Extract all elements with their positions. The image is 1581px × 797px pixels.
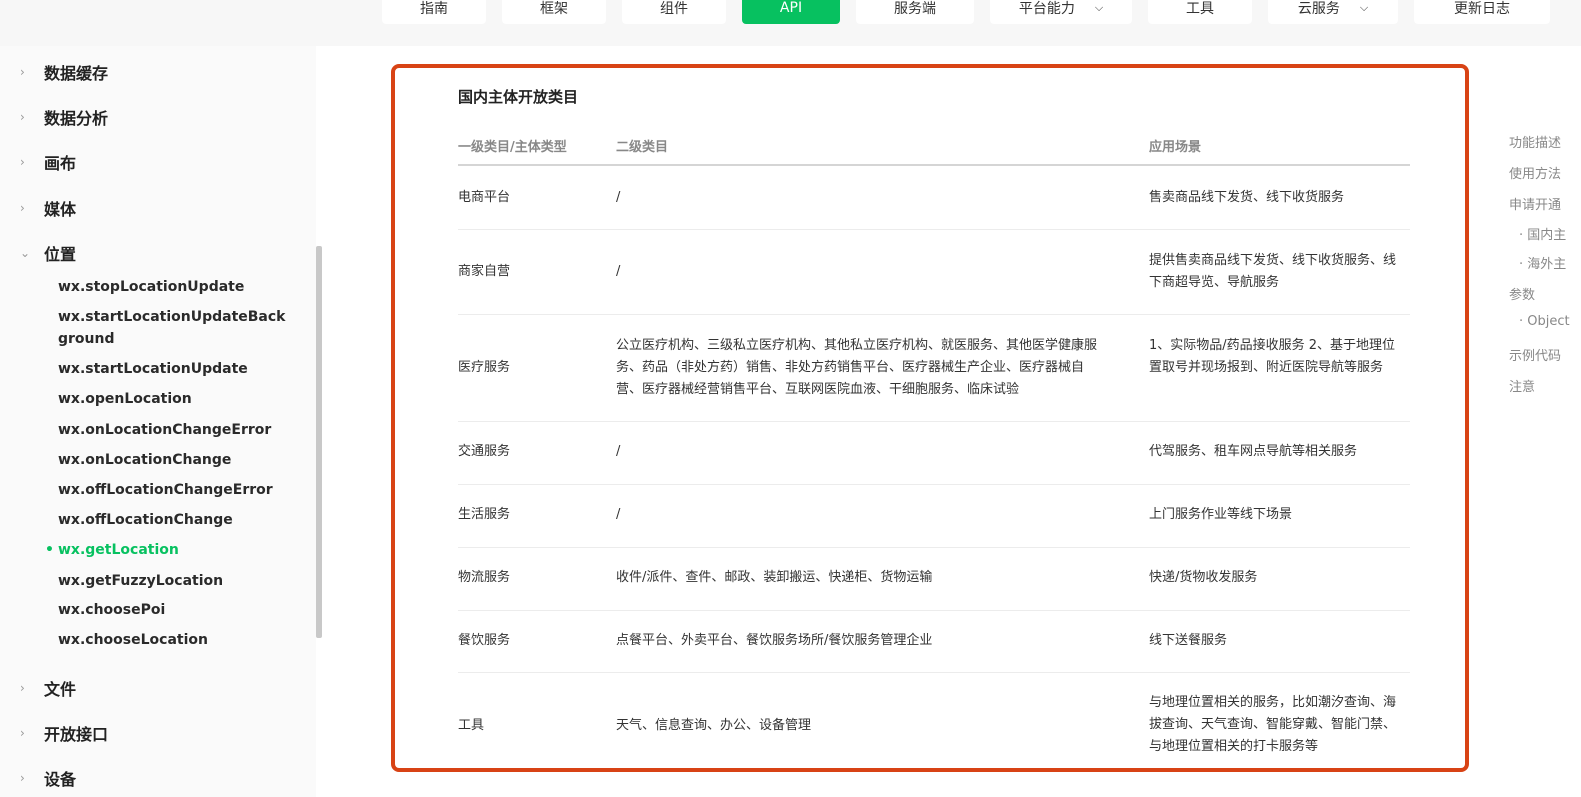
cell-scenario: 上门服务作业等线下场景	[1149, 507, 1293, 522]
cell-primary: 电商平台	[458, 190, 511, 205]
open-categories-card: 国内主体开放类目 一级类目/主体类型 二级类目 应用场景 电商平台 / 售卖商品…	[391, 64, 1469, 772]
nav-framework[interactable]: 框架	[502, 0, 606, 24]
table-row: 电商平台 / 售卖商品线下发货、线下收货服务	[458, 166, 1410, 230]
cell-secondary: /	[616, 190, 621, 205]
toc-item-description[interactable]: 功能描述	[1509, 132, 1561, 151]
cell-secondary: 点餐平台、外卖平台、餐饮服务场所/餐饮服务管理企业	[616, 633, 933, 648]
table-header: 一级类目/主体类型 二级类目 应用场景	[458, 126, 1410, 166]
cell-scenario: 代驾服务、租车网点导航等相关服务	[1149, 444, 1358, 459]
cell-secondary: 公立医疗机构、三级私立医疗机构、其他私立医疗机构、就医服务、其他医学健康服务、药…	[616, 338, 1098, 397]
cell-secondary: /	[616, 264, 621, 279]
sidebar-item-on-location-change-error[interactable]: wx.onLocationChangeError	[58, 419, 298, 441]
section-title: 国内主体开放类目	[458, 88, 579, 106]
sidebar-item-choose-poi[interactable]: wx.choosePoi	[58, 599, 298, 621]
nav-components[interactable]: 组件	[622, 0, 726, 24]
toc-item-usage[interactable]: 使用方法	[1509, 163, 1561, 182]
chevron-right-icon: ›	[20, 681, 25, 695]
toc: 功能描述 使用方法 申请开通 · 国内主 · 海外主 参数 · Object 示…	[1509, 0, 1581, 797]
sidebar-item-stop-location-update[interactable]: wx.stopLocationUpdate	[58, 276, 298, 298]
cell-primary: 生活服务	[458, 507, 511, 522]
sidebar-item-choose-location[interactable]: wx.chooseLocation	[58, 629, 298, 651]
sidebar-item-open-location[interactable]: wx.openLocation	[58, 388, 298, 410]
nav-server[interactable]: 服务端	[856, 0, 974, 24]
chevron-right-icon: ›	[20, 110, 25, 124]
toc-item-example[interactable]: 示例代码	[1509, 345, 1561, 364]
toc-item-domestic[interactable]: · 国内主	[1519, 224, 1566, 243]
cell-scenario: 提供售卖商品线下发货、线下收货服务、线下商超导览、导航服务	[1149, 253, 1397, 290]
cell-secondary: 天气、信息查询、办公、设备管理	[616, 718, 812, 733]
sidebar-item-on-location-change[interactable]: wx.onLocationChange	[58, 449, 298, 471]
sidebar-item-start-location-update[interactable]: wx.startLocationUpdate	[58, 358, 298, 380]
active-dot-icon: •	[45, 542, 54, 558]
cell-scenario: 1、实际物品/药品接收服务 2、基于地理位置取号并现场报到、附近医院导航等服务	[1149, 338, 1396, 375]
top-nav: 指南 框架 组件 API 服务端 平台能力 ⌵ 工具 云服务 ⌵ 更新日志	[0, 0, 1581, 46]
sidebar-item-start-location-update-background[interactable]: wx.startLocationUpdateBackground	[58, 306, 288, 350]
toc-item-params[interactable]: 参数	[1509, 284, 1535, 303]
cell-scenario: 快递/货物收发服务	[1149, 570, 1258, 585]
table-row: 物流服务 收件/派件、查件、邮政、装卸搬运、快递柜、货物运输 快递/货物收发服务	[458, 548, 1410, 611]
cell-primary: 商家自营	[458, 264, 511, 279]
table-row: 交通服务 / 代驾服务、租车网点导航等相关服务	[458, 422, 1410, 485]
nav-tools[interactable]: 工具	[1148, 0, 1252, 24]
chevron-right-icon: ›	[20, 726, 25, 740]
sidebar: › 数据缓存 › 数据分析 › 画布 › 媒体 ⌄ 位置 wx.stopLocationU…	[0, 46, 316, 797]
nav-api[interactable]: API	[742, 0, 840, 24]
sidebar-item-off-location-change-error[interactable]: wx.offLocationChangeError	[58, 479, 298, 501]
categories-table: 一级类目/主体类型 二级类目 应用场景 电商平台 / 售卖商品线下发货、线下收货…	[458, 126, 1410, 768]
table-row: 医疗服务 公立医疗机构、三级私立医疗机构、其他私立医疗机构、就医服务、其他医学健…	[458, 315, 1410, 422]
sidebar-scrollbar[interactable]	[316, 246, 322, 638]
nav-platform[interactable]: 平台能力 ⌵	[990, 0, 1132, 24]
nav-guide[interactable]: 指南	[382, 0, 486, 24]
header-scenario: 应用场景	[1149, 140, 1202, 155]
chevron-down-icon: ⌄	[20, 246, 31, 260]
cell-scenario: 线下送餐服务	[1149, 633, 1228, 648]
cell-primary: 工具	[458, 718, 485, 733]
table-row: 生活服务 / 上门服务作业等线下场景	[458, 485, 1410, 548]
sidebar-item-get-fuzzy-location[interactable]: wx.getFuzzyLocation	[58, 570, 298, 592]
toc-item-notes[interactable]: 注意	[1509, 376, 1535, 395]
cell-primary: 医疗服务	[458, 360, 511, 375]
toc-item-overseas[interactable]: · 海外主	[1519, 253, 1566, 272]
header-secondary: 二级类目	[616, 140, 669, 155]
chevron-right-icon: ›	[20, 155, 25, 169]
cell-primary: 交通服务	[458, 444, 511, 459]
chevron-down-icon: ⌵	[1094, 1, 1104, 14]
chevron-right-icon: ›	[20, 771, 25, 785]
cell-secondary: /	[616, 507, 621, 522]
toc-item-apply[interactable]: 申请开通	[1509, 194, 1561, 213]
sidebar-item-off-location-change[interactable]: wx.offLocationChange	[58, 509, 298, 531]
table-row: 商家自营 / 提供售卖商品线下发货、线下收货服务、线下商超导览、导航服务	[458, 230, 1410, 315]
cell-primary: 物流服务	[458, 570, 511, 585]
cell-scenario: 售卖商品线下发货、线下收货服务	[1149, 190, 1345, 205]
cell-primary: 餐饮服务	[458, 633, 511, 648]
table-row: 工具 天气、信息查询、办公、设备管理 与地理位置相关的服务，比如潮汐查询、海拔查…	[458, 673, 1410, 768]
chevron-right-icon: ›	[20, 201, 25, 215]
chevron-right-icon: ›	[20, 65, 25, 79]
header-primary: 一级类目/主体类型	[458, 140, 567, 155]
chevron-down-icon: ⌵	[1359, 1, 1369, 14]
cell-secondary: 收件/派件、查件、邮政、装卸搬运、快递柜、货物运输	[616, 570, 933, 585]
cell-secondary: /	[616, 444, 621, 459]
sidebar-item-get-location[interactable]: • wx.getLocation	[45, 539, 298, 561]
cell-scenario: 与地理位置相关的服务，比如潮汐查询、海拔查询、天气查询、智能穿戴、智能门禁、与地…	[1149, 695, 1397, 754]
table-row: 餐饮服务 点餐平台、外卖平台、餐饮服务场所/餐饮服务管理企业 线下送餐服务	[458, 611, 1410, 673]
toc-item-object[interactable]: · Object	[1519, 314, 1570, 329]
nav-cloud[interactable]: 云服务 ⌵	[1268, 0, 1398, 24]
